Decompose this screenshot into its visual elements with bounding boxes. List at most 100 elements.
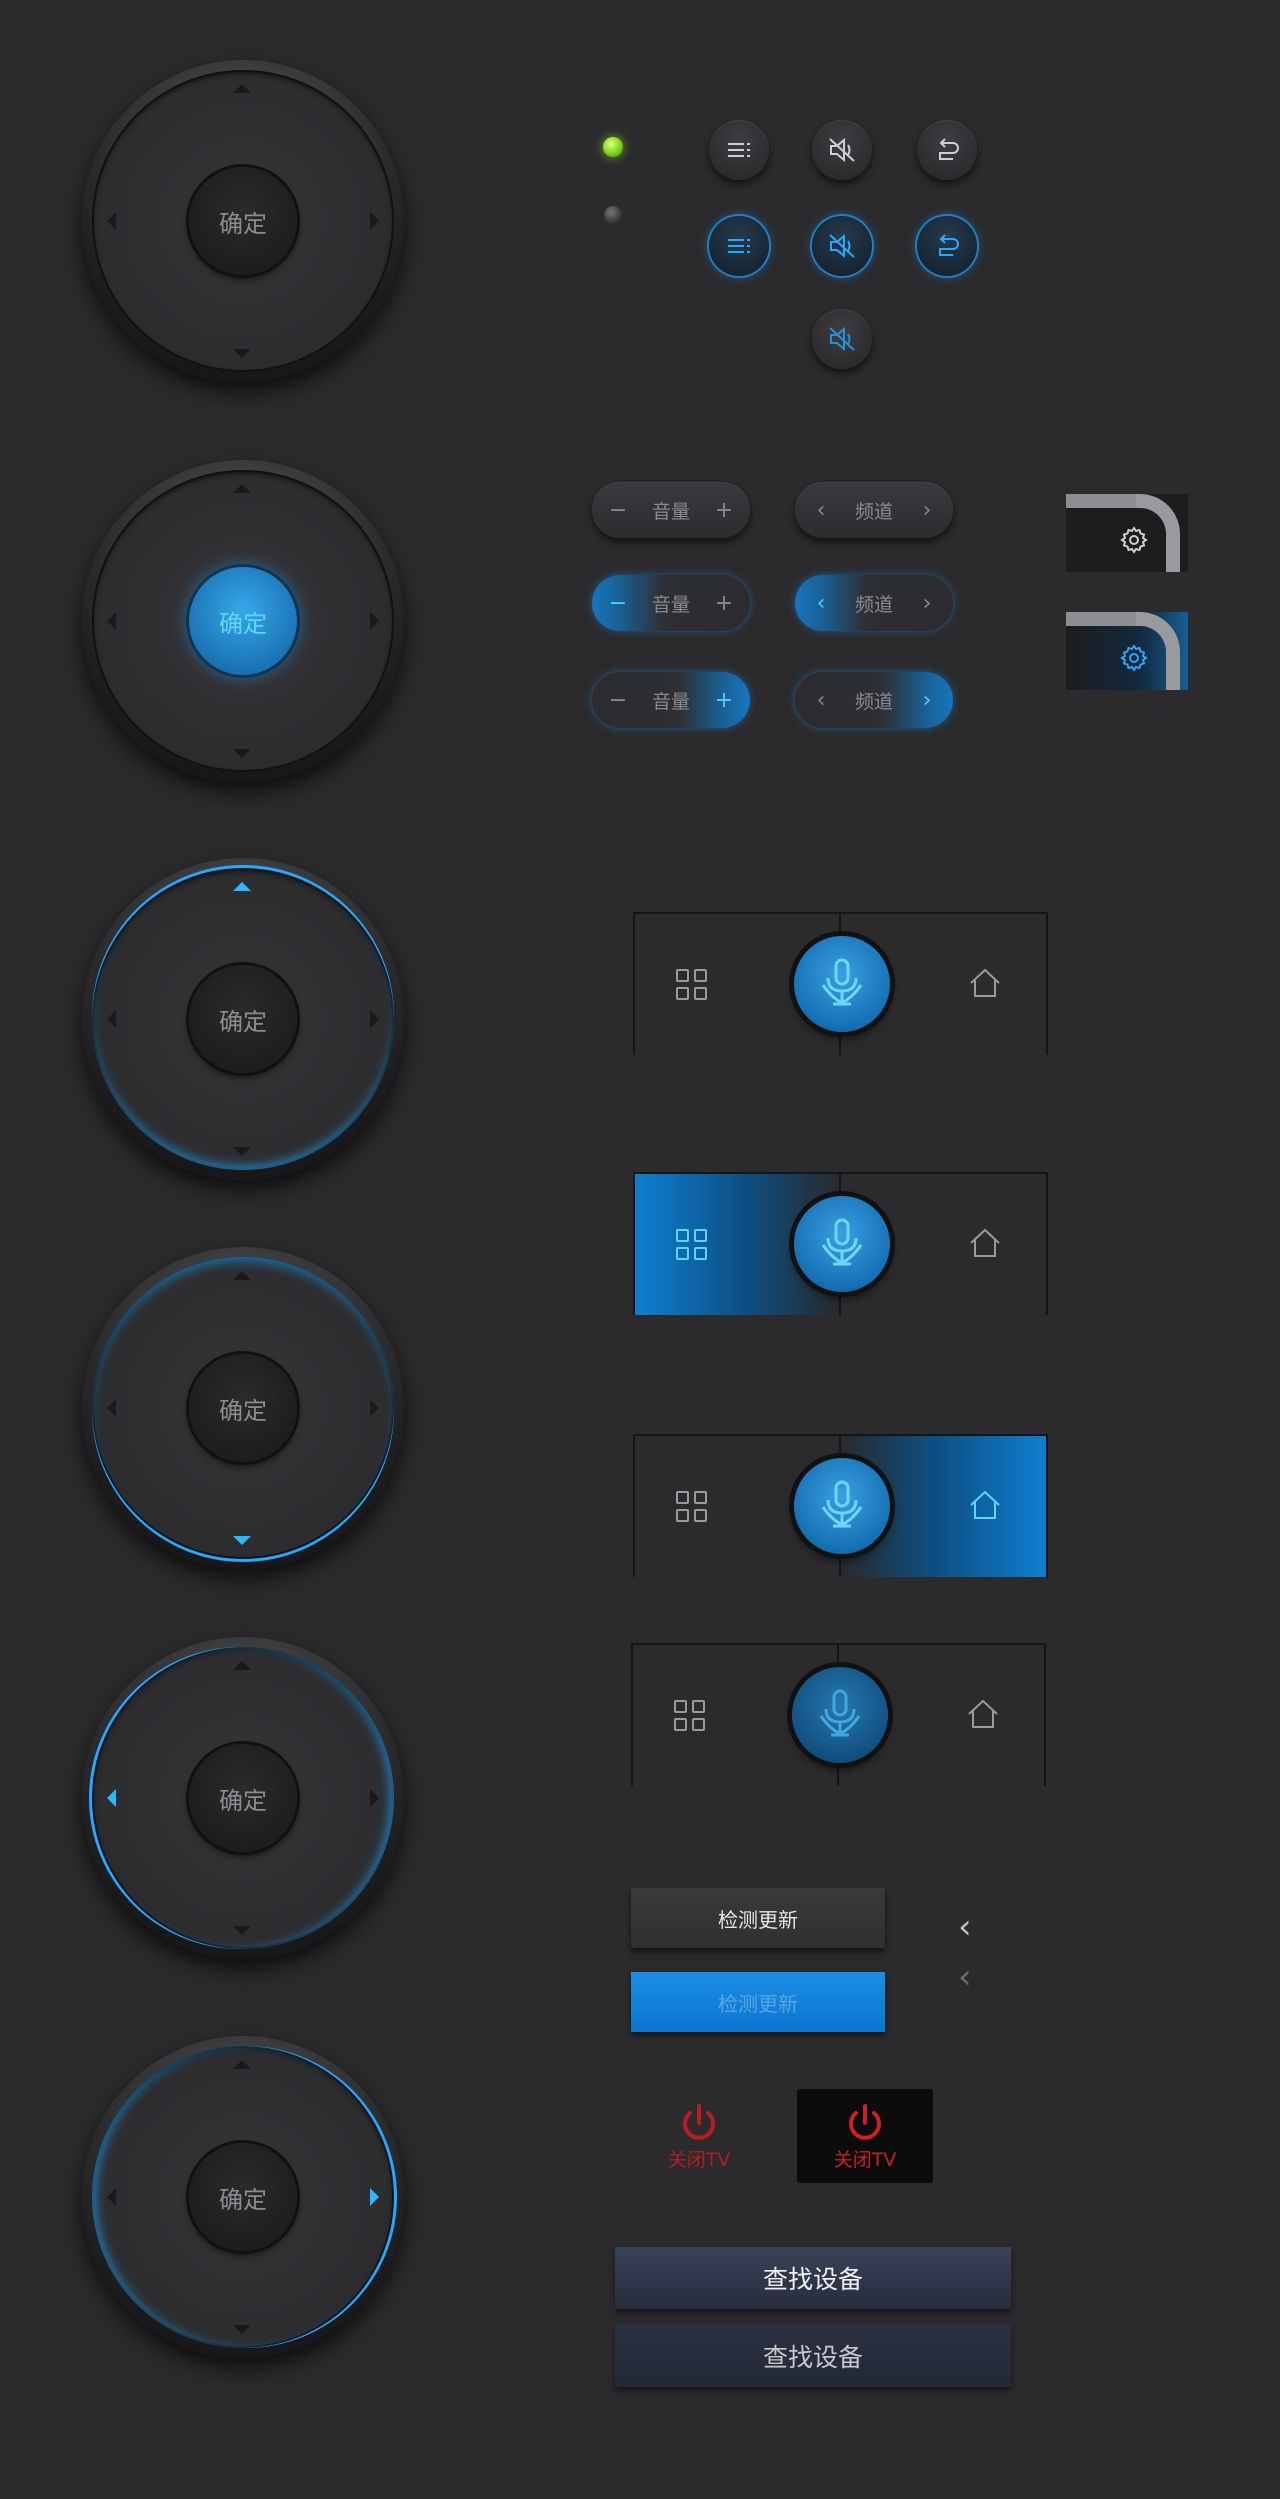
dpad-right-arrow[interactable] [370, 1010, 379, 1028]
back-chevron-button-disabled[interactable]: ‹ [958, 1960, 972, 1994]
dpad-up-arrow[interactable] [233, 2060, 251, 2069]
menu-button[interactable] [709, 120, 769, 180]
volume-plus-button[interactable]: + [714, 688, 734, 713]
power-off-button[interactable]: 关闭TV [630, 2088, 768, 2184]
volume-plus-button[interactable]: + [714, 591, 734, 616]
tab-frame-bar [1066, 494, 1136, 508]
microphone-icon [821, 1480, 863, 1528]
channel-label: 频道 [854, 593, 893, 616]
volume-minus-button[interactable]: − [608, 688, 628, 713]
dpad-right-arrow[interactable] [370, 1789, 379, 1807]
dpad-left-arrow[interactable] [107, 212, 116, 230]
dpad-down-arrow[interactable] [233, 1147, 251, 1156]
power-icon [683, 2103, 715, 2140]
dpad-left-arrow[interactable] [107, 1010, 116, 1028]
dpad-right-arrow[interactable] [370, 212, 379, 230]
dpad-right-arrow[interactable] [370, 2188, 379, 2206]
dpad-down-arrow[interactable] [233, 1536, 251, 1545]
back-button-active[interactable] [917, 216, 977, 276]
dpad-left-arrow[interactable] [107, 1789, 116, 1807]
dpad-up-arrow[interactable] [233, 1271, 251, 1280]
check-update-button[interactable]: 检测更新 [631, 1888, 885, 1948]
dpad-ok-button[interactable]: 确定 [189, 2143, 297, 2251]
dpad-down-arrow[interactable] [233, 1926, 251, 1935]
channel-next-button[interactable]: › [917, 688, 937, 713]
channel-label: 频道 [854, 690, 893, 713]
dpad-right-arrow[interactable] [370, 1399, 379, 1417]
find-device-button-pressed[interactable]: 查找设备 [615, 2325, 1011, 2387]
channel-label: 频道 [854, 500, 893, 523]
dpad-ok-button[interactable]: 确定 [189, 567, 297, 675]
power-off-label: 关闭TV [833, 2148, 897, 2171]
apps-grid-icon[interactable] [675, 1490, 709, 1524]
dpad-left-arrow[interactable] [107, 1399, 116, 1417]
dpad-up-arrow[interactable] [233, 882, 251, 891]
voice-mic-button[interactable] [794, 936, 890, 1032]
apps-grid-icon[interactable] [675, 1228, 709, 1262]
mute-button-muted[interactable] [812, 309, 872, 369]
dpad-up-arrow[interactable] [233, 1661, 251, 1670]
channel-prev-button[interactable]: ‹ [811, 688, 831, 713]
dpad-down-arrow[interactable] [233, 749, 251, 758]
dpad-up-pressed: 确定 [82, 858, 404, 1180]
channel-control: ‹ 频道 › [795, 482, 953, 538]
voice-mic-button[interactable] [792, 1667, 888, 1763]
dpad-right-arrow[interactable] [370, 612, 379, 630]
find-device-button[interactable]: 查找设备 [615, 2247, 1011, 2309]
home-icon[interactable] [966, 1697, 1000, 1731]
menu-icon [728, 143, 750, 157]
settings-tab-active[interactable] [1066, 612, 1188, 690]
microphone-icon [821, 958, 863, 1006]
voice-mic-button[interactable] [794, 1196, 890, 1292]
mute-button-active[interactable] [812, 216, 872, 276]
back-icon [939, 234, 959, 256]
back-chevron-button[interactable]: ‹ [958, 1910, 972, 1944]
dpad-right-pressed: 确定 [82, 2036, 404, 2358]
volume-control-plus-active: − 音量 + [592, 672, 750, 728]
dpad-ok-button[interactable]: 确定 [189, 1354, 297, 1462]
menu-button-active[interactable] [709, 216, 769, 276]
voice-mic-button[interactable] [794, 1458, 890, 1554]
home-icon[interactable] [968, 1226, 1002, 1260]
power-off-button-pressed[interactable]: 关闭TV [796, 2088, 934, 2184]
apps-grid-icon[interactable] [673, 1699, 707, 1733]
mute-icon [829, 233, 855, 259]
menu-icon [728, 239, 750, 253]
dpad-up-arrow[interactable] [233, 84, 251, 93]
voice-panel-apps-active [633, 1172, 1048, 1315]
tab-frame-bar [1066, 612, 1136, 626]
dpad-down-arrow[interactable] [233, 349, 251, 358]
status-led-on [603, 137, 623, 157]
apps-grid-icon[interactable] [675, 968, 709, 1002]
dpad-left-pressed: 确定 [82, 1637, 404, 1959]
back-button[interactable] [917, 120, 977, 180]
dpad-left-arrow[interactable] [107, 2188, 116, 2206]
channel-next-button[interactable]: › [917, 591, 937, 616]
channel-prev-button[interactable]: ‹ [811, 591, 831, 616]
settings-tab[interactable] [1066, 494, 1188, 572]
dpad-ok-button[interactable]: 确定 [189, 965, 297, 1073]
mute-button[interactable] [812, 120, 872, 180]
dpad-ok-button[interactable]: 确定 [189, 1744, 297, 1852]
volume-label: 音量 [651, 500, 690, 523]
voice-panel-mic-pressed [631, 1643, 1046, 1786]
channel-prev-button[interactable]: ‹ [811, 498, 831, 523]
volume-minus-button[interactable]: − [608, 498, 628, 523]
voice-panel [633, 912, 1048, 1055]
dpad-down-pressed: 确定 [82, 1247, 404, 1569]
gear-icon [1120, 526, 1148, 554]
check-update-button-pressed[interactable]: 检测更新 [631, 1972, 885, 2032]
dpad-idle: 确定 [82, 60, 404, 382]
dpad-down-arrow[interactable] [233, 2325, 251, 2334]
volume-plus-button[interactable]: + [714, 498, 734, 523]
gear-icon [1120, 644, 1148, 672]
volume-control-minus-active: − 音量 + [592, 575, 750, 631]
channel-control-next-active: ‹ 频道 › [795, 672, 953, 728]
dpad-ok-button[interactable]: 确定 [189, 167, 297, 275]
dpad-up-arrow[interactable] [233, 484, 251, 493]
channel-next-button[interactable]: › [917, 498, 937, 523]
home-icon[interactable] [968, 966, 1002, 1000]
volume-minus-button[interactable]: − [608, 591, 628, 616]
home-icon[interactable] [968, 1488, 1002, 1522]
dpad-left-arrow[interactable] [107, 612, 116, 630]
